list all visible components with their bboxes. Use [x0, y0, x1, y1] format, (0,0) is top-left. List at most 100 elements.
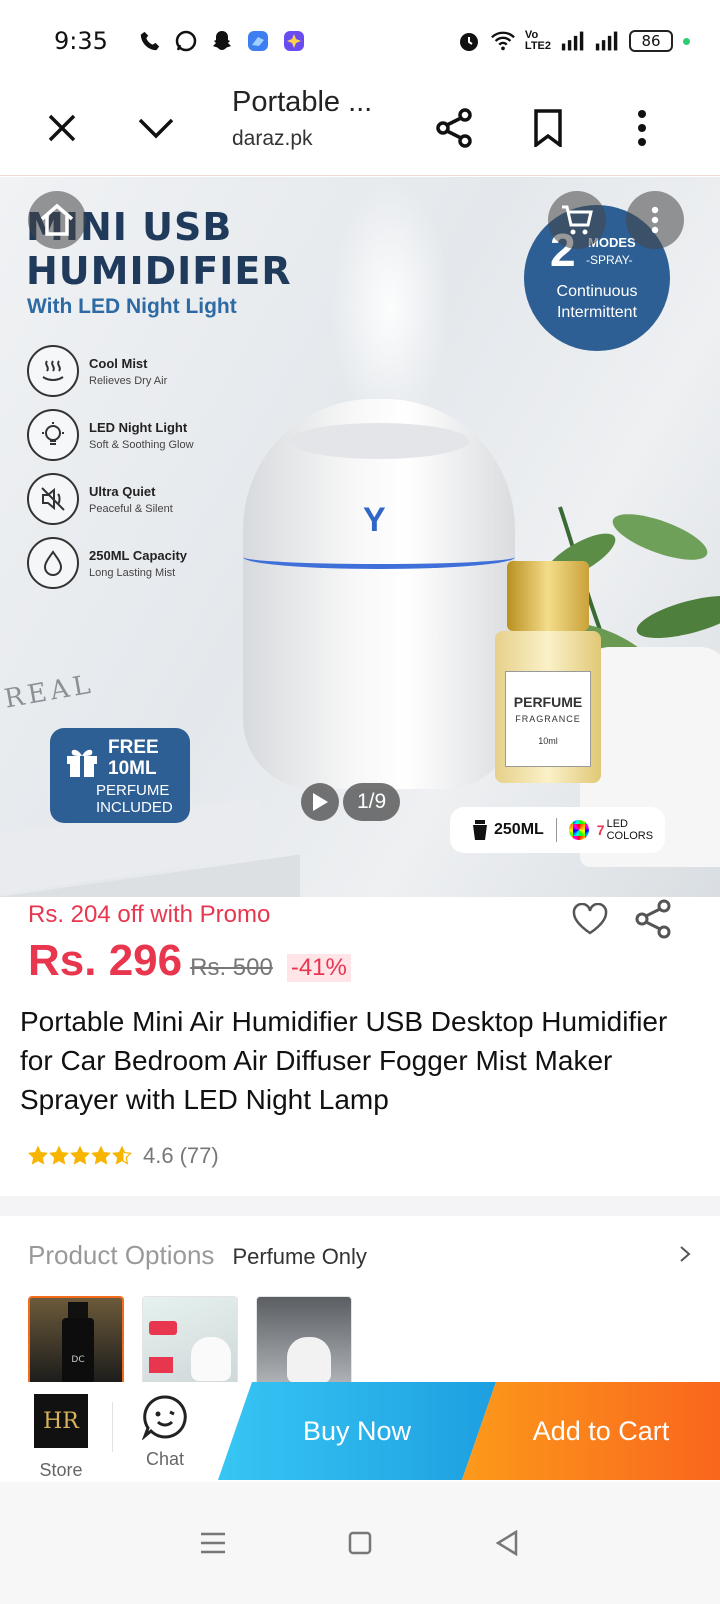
- share-product-button[interactable]: [634, 899, 672, 939]
- wifi-icon: [491, 29, 515, 53]
- app-icon-2: [282, 29, 306, 53]
- square-icon: [348, 1531, 372, 1555]
- alarm-icon: [457, 29, 481, 53]
- bookmark-icon: [534, 109, 562, 147]
- discount-badge: -41%: [286, 954, 351, 982]
- cup-icon: [473, 820, 487, 840]
- mist-plume: [330, 177, 450, 437]
- play-icon: [313, 793, 328, 811]
- store-label: Store: [39, 1460, 83, 1480]
- section-divider: [0, 1196, 720, 1216]
- perfume-bottle: PERFUME FRAGRANCE 10ml: [495, 561, 601, 783]
- app-icon: [246, 29, 270, 53]
- system-icons: Vo LTE2 86: [457, 29, 690, 53]
- bookmark-button[interactable]: [516, 96, 580, 160]
- option-thumbnails: DC: [28, 1296, 352, 1386]
- chat-icon: [141, 1395, 187, 1441]
- back-nav-button[interactable]: [487, 1523, 527, 1563]
- star-icon: [91, 1146, 111, 1165]
- star-icon: [28, 1146, 48, 1165]
- home-icon: [40, 203, 74, 236]
- share-icon: [436, 108, 472, 148]
- image-pager: 1/9: [301, 783, 401, 821]
- home-button[interactable]: [28, 191, 86, 249]
- back-triangle-icon: [495, 1530, 517, 1556]
- feature-capacity: 250ML Capacity Long Lasting Mist: [27, 537, 187, 589]
- svg-text:DC: DC: [71, 1355, 84, 1365]
- buy-now-button[interactable]: Buy Now: [218, 1382, 496, 1480]
- notification-icons: [138, 29, 306, 53]
- mute-icon: [27, 473, 79, 525]
- signal-icon: [561, 29, 585, 53]
- rating-row[interactable]: 4.6 (77): [28, 1143, 219, 1169]
- selected-option: Perfume Only: [232, 1244, 367, 1269]
- options-label: Product Options: [28, 1240, 215, 1270]
- water-drop-icon: [27, 537, 79, 589]
- rating-stars: [28, 1146, 133, 1166]
- capacity-led-pill: 250ML 7 LED COLORS: [450, 807, 665, 853]
- price-row: Rs. 296 Rs. 500 -41%: [28, 936, 351, 986]
- volte-icon: Vo LTE2: [524, 29, 551, 52]
- status-bar: 9:35 Vo LTE2 86: [0, 0, 720, 82]
- device-led-band: [243, 545, 515, 569]
- humidifier-device: Y: [243, 399, 515, 789]
- home-nav-button[interactable]: [340, 1523, 380, 1563]
- close-icon: [48, 114, 76, 142]
- play-video-button[interactable]: [301, 783, 339, 821]
- feature-led-night-light: LED Night Light Soft & Soothing Glow: [27, 409, 194, 461]
- page-title-area[interactable]: Portable ... daraz.pk: [232, 86, 372, 151]
- product-options-row[interactable]: Product Options Perfume Only: [28, 1240, 692, 1271]
- option-thumb-aromatherapy[interactable]: [256, 1296, 352, 1386]
- share-page-button[interactable]: [422, 96, 486, 160]
- store-button[interactable]: HR Store: [32, 1394, 90, 1481]
- cart-button[interactable]: [548, 191, 606, 249]
- privacy-dot: [683, 37, 690, 45]
- option-thumb-humidifier-free[interactable]: [142, 1296, 238, 1386]
- share-icon: [635, 899, 671, 939]
- chevron-right-icon: [678, 1244, 692, 1269]
- star-icon: [112, 1146, 132, 1165]
- browser-toolbar: Portable ... daraz.pk: [0, 82, 720, 176]
- signal-icon-2: [595, 29, 619, 53]
- chevron-down-icon: [138, 118, 174, 139]
- add-to-cart-button[interactable]: Add to Cart: [462, 1382, 720, 1480]
- minimize-button[interactable]: [124, 96, 188, 160]
- battery-indicator: 86: [629, 30, 673, 52]
- product-title: Portable Mini Air Humidifier USB Desktop…: [20, 1006, 668, 1115]
- snapchat-icon: [210, 29, 234, 53]
- original-price: Rs. 500: [190, 954, 273, 981]
- close-button[interactable]: [30, 96, 94, 160]
- chat-label: Chat: [145, 1449, 185, 1469]
- more-vertical-icon: [638, 110, 646, 146]
- system-navigation-bar: [0, 1482, 720, 1604]
- gift-icon: [67, 749, 97, 777]
- purchase-action-bar: HR Store Chat Buy Now Add to Cart: [0, 1382, 720, 1482]
- lightbulb-icon: [27, 409, 79, 461]
- recent-apps-button[interactable]: [193, 1523, 233, 1563]
- star-icon: [70, 1146, 90, 1165]
- more-options-button[interactable]: [610, 96, 674, 160]
- heart-icon: [572, 903, 608, 935]
- promo-text[interactable]: Rs. 204 off with Promo: [28, 901, 270, 929]
- store-logo: HR: [34, 1394, 88, 1448]
- device-top: [289, 423, 469, 459]
- clock: 9:35: [54, 27, 108, 55]
- chat-button[interactable]: Chat: [136, 1394, 194, 1470]
- page-url: daraz.pk: [232, 127, 313, 150]
- free-perfume-badge: FREE 10ML PERFUME INCLUDED: [50, 728, 190, 823]
- cart-icon: [562, 205, 593, 235]
- perfume-thumb-image: DC: [62, 1302, 94, 1384]
- option-thumb-perfume[interactable]: DC: [28, 1296, 124, 1386]
- wishlist-button[interactable]: [571, 900, 609, 938]
- device-logo: Y: [363, 501, 386, 539]
- menu-icon: [201, 1532, 226, 1554]
- review-count: (77): [179, 1143, 219, 1168]
- page-title: Portable ...: [232, 86, 373, 118]
- rating-value: 4.6: [143, 1143, 174, 1168]
- whatsapp-icon: [174, 29, 198, 53]
- star-icon: [49, 1146, 69, 1165]
- more-vertical-icon: [651, 206, 659, 234]
- image-menu-button[interactable]: [626, 191, 684, 249]
- phone-icon: [138, 29, 162, 53]
- product-image-carousel[interactable]: REAL MINI USB HUMIDIFIER With LED Night …: [0, 177, 720, 897]
